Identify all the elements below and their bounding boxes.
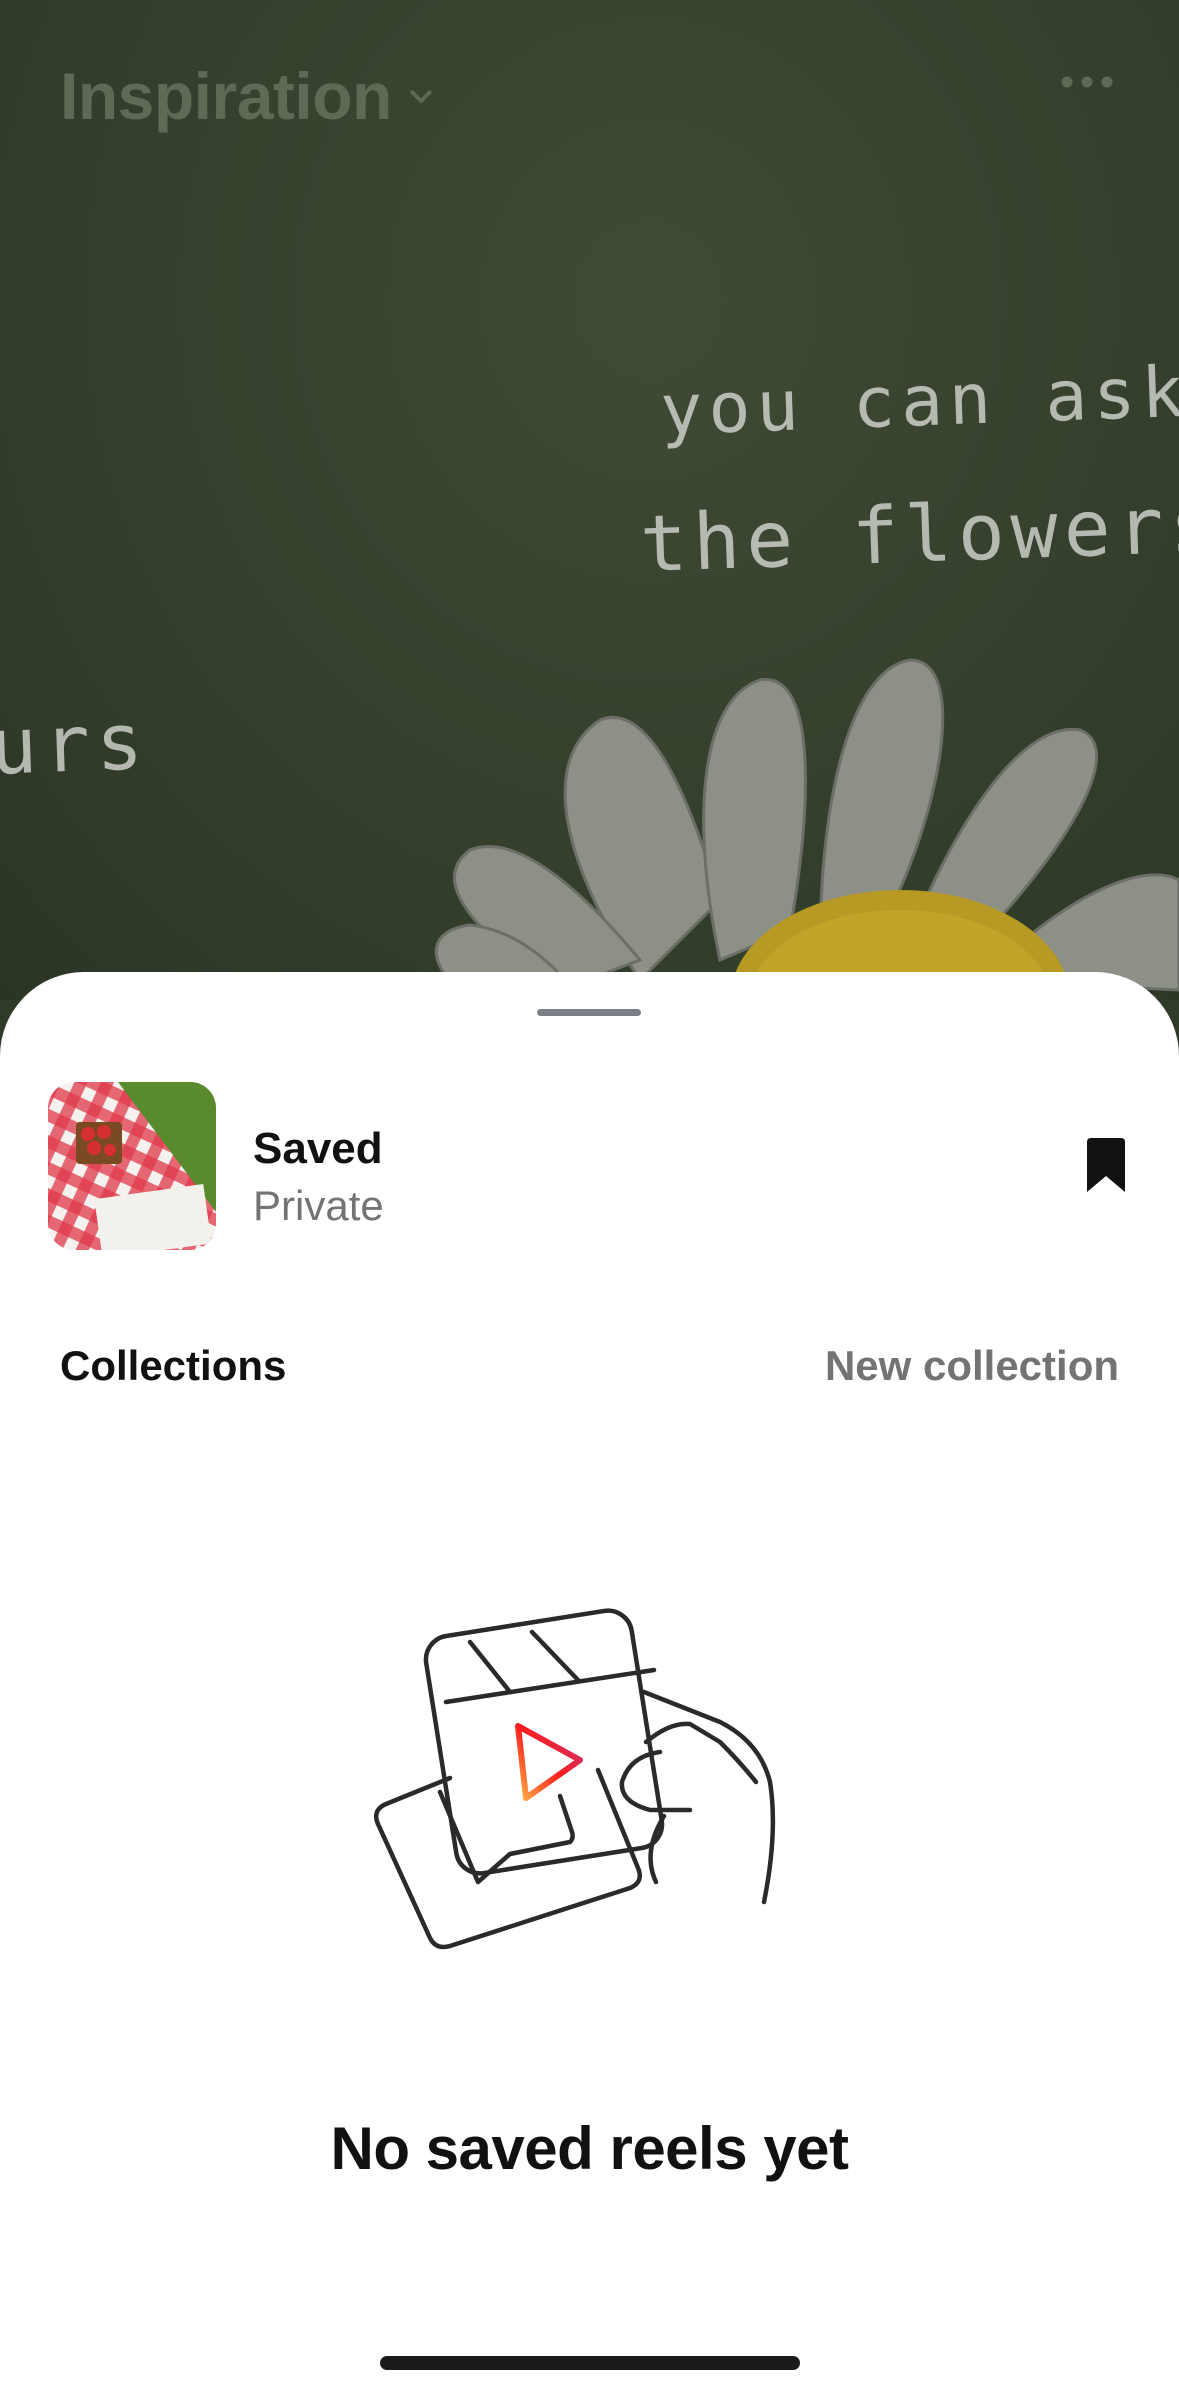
empty-state-message: No saved reels yet <box>330 2115 849 2182</box>
saved-title: Saved <box>253 1124 383 1173</box>
sheet-grabber[interactable] <box>537 1009 641 1016</box>
more-horizontal-icon[interactable] <box>1061 70 1113 94</box>
chevron-down-icon <box>410 90 432 103</box>
new-collection-button[interactable]: New collection <box>825 1342 1119 1390</box>
background-text-line2: the flowers <box>638 479 1179 591</box>
bookmark-icon[interactable] <box>1081 1138 1131 1194</box>
saved-reels-illustration-icon <box>374 1608 776 1950</box>
home-indicator[interactable] <box>380 2356 800 2370</box>
saved-thumbnail <box>48 1082 216 1250</box>
collection-title: Inspiration <box>60 59 392 133</box>
saved-privacy: Private <box>253 1182 384 1229</box>
reel-background: you can ask the flowers urs <box>0 0 1179 1000</box>
collection-title-button[interactable]: Inspiration <box>60 58 436 134</box>
saved-collection-row[interactable]: Saved Private <box>48 1082 1131 1250</box>
collections-label: Collections <box>60 1342 287 1389</box>
saved-bottom-sheet: Saved Private Collections New collection <box>0 972 1179 2396</box>
background-text-fragment: urs <box>0 697 151 793</box>
collections-header: Collections New collection <box>60 1342 1119 1402</box>
